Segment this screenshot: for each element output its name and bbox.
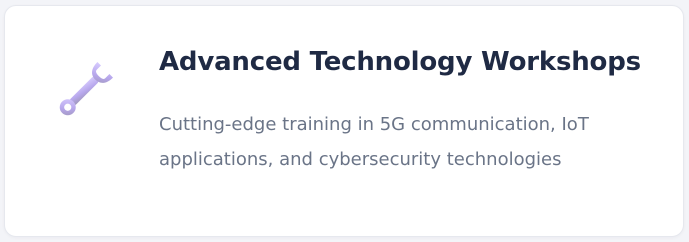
wrench-icon xyxy=(49,56,119,126)
card-title: Advanced Technology Workshops xyxy=(159,47,641,77)
workshop-card: Advanced Technology Workshops Cutting-ed… xyxy=(4,5,684,237)
card-description: Cutting-edge training in 5G communicatio… xyxy=(159,114,589,170)
